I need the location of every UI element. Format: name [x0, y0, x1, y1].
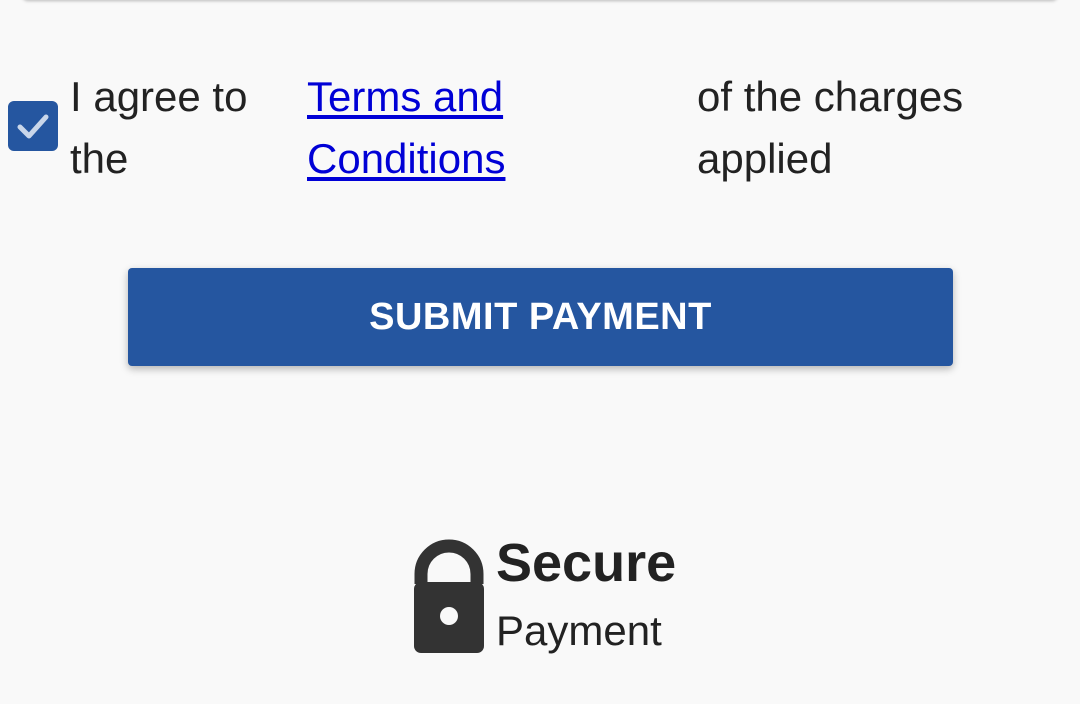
submit-payment-label: SUBMIT PAYMENT	[369, 295, 712, 338]
secure-subtitle: Payment	[496, 607, 662, 654]
submit-payment-button[interactable]: SUBMIT PAYMENT	[128, 268, 953, 366]
checkmark-icon	[17, 114, 49, 139]
secure-title: Secure	[496, 533, 677, 593]
lock-icon	[414, 539, 484, 653]
agree-text-before: I agree to the	[70, 73, 248, 182]
secure-payment-badge: Secure Payment	[412, 530, 682, 660]
agree-text-after: of the charges applied	[697, 73, 964, 182]
terms-checkbox[interactable]	[8, 101, 58, 151]
terms-and-conditions-link[interactable]: Terms and Conditions	[307, 66, 637, 190]
